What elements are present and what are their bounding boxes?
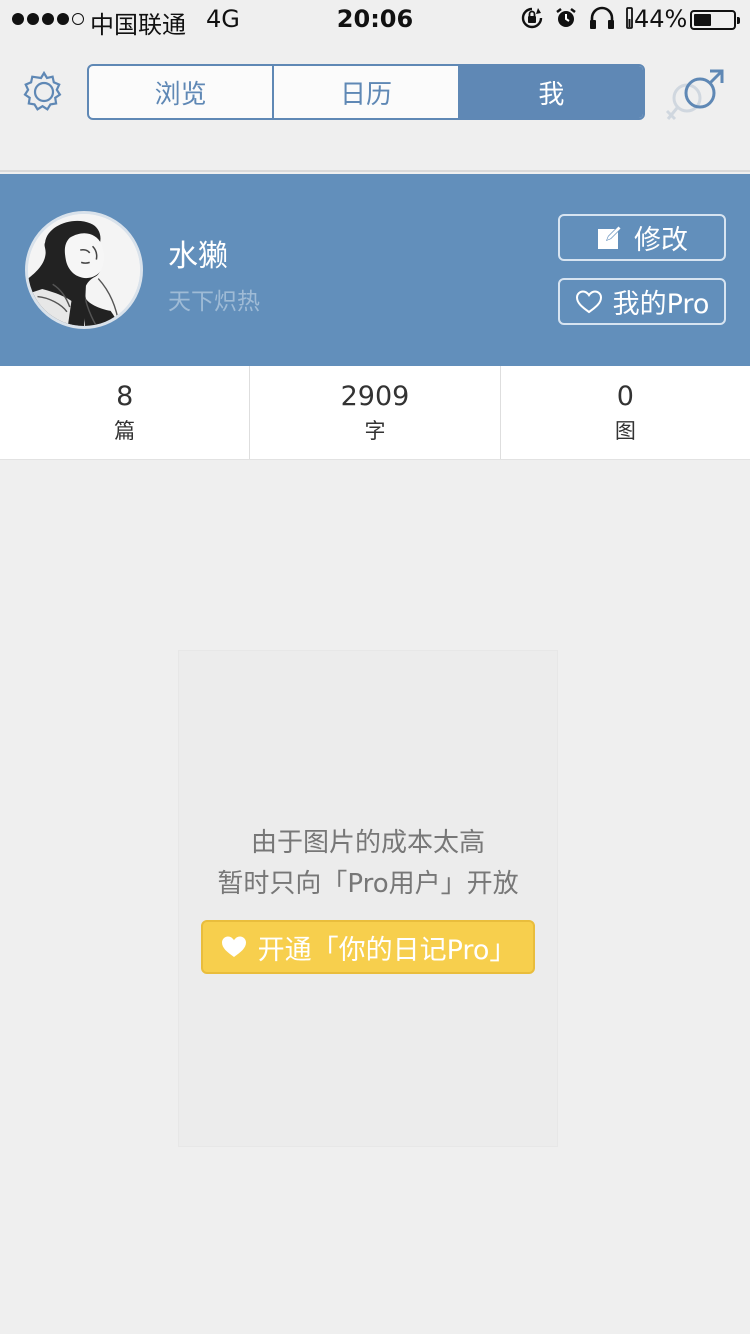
battery-fill bbox=[694, 14, 711, 26]
edit-profile-button[interactable]: 修改 bbox=[558, 214, 726, 261]
view-segmented-control: 浏览 日历 我 bbox=[87, 64, 645, 120]
battery-charging-indicator-icon bbox=[626, 7, 633, 29]
gender-male-female-icon[interactable] bbox=[660, 65, 730, 127]
profile-header: 水獭 天下炽热 修改 我的Pro bbox=[0, 174, 750, 366]
pro-image-notice-card: 由于图片的成本太高 暂时只向「Pro用户」开放 开通「你的日记Pro」 bbox=[178, 650, 558, 1147]
battery-icon bbox=[690, 10, 740, 30]
orientation-lock-icon bbox=[521, 7, 543, 29]
edit-profile-label: 修改 bbox=[634, 225, 688, 256]
tab-browse[interactable]: 浏览 bbox=[89, 66, 275, 118]
battery-percent: 44% bbox=[634, 5, 688, 33]
stat-label: 篇 bbox=[114, 419, 136, 443]
tab-me[interactable]: 我 bbox=[459, 66, 643, 118]
my-pro-label: 我的Pro bbox=[612, 289, 710, 320]
stat-label: 图 bbox=[614, 419, 636, 443]
activate-pro-button[interactable]: 开通「你的日记Pro」 bbox=[201, 920, 535, 974]
stat-value: 0 bbox=[616, 381, 634, 412]
avatar[interactable] bbox=[25, 211, 143, 329]
my-pro-button[interactable]: 我的Pro bbox=[558, 278, 726, 325]
stat-images[interactable]: 0 图 bbox=[501, 366, 750, 459]
edit-icon bbox=[598, 224, 622, 249]
heart-outline-icon bbox=[575, 289, 602, 313]
app: { "status_bar": { "carrier": "中国联通", "ne… bbox=[0, 0, 750, 1334]
avatar-image bbox=[28, 214, 140, 326]
profile-motto: 天下炽热 bbox=[168, 289, 260, 315]
stat-words[interactable]: 2909 字 bbox=[250, 366, 501, 459]
tab-calendar[interactable]: 日历 bbox=[274, 66, 460, 118]
stat-value: 8 bbox=[116, 381, 134, 412]
heart-icon bbox=[221, 936, 246, 957]
stat-label: 字 bbox=[364, 419, 386, 443]
activate-pro-label: 开通「你的日记Pro」 bbox=[257, 934, 517, 966]
stat-posts[interactable]: 8 篇 bbox=[0, 366, 251, 459]
stat-value: 2909 bbox=[340, 381, 410, 412]
top-navigation: 浏览 日历 我 bbox=[0, 40, 750, 172]
status-bar: 中国联通 4G 20:06 44% bbox=[0, 0, 750, 40]
status-icons bbox=[520, 6, 634, 30]
headphones-icon bbox=[590, 6, 614, 29]
alarm-icon bbox=[556, 8, 576, 27]
notice-line-1: 由于图片的成本太高 bbox=[250, 828, 485, 858]
profile-stats: 8 篇 2909 字 0 图 bbox=[0, 366, 750, 460]
notice-line-2: 暂时只向「Pro用户」开放 bbox=[217, 869, 519, 899]
profile-name: 水獭 bbox=[168, 239, 228, 274]
gear-icon[interactable] bbox=[22, 70, 66, 114]
